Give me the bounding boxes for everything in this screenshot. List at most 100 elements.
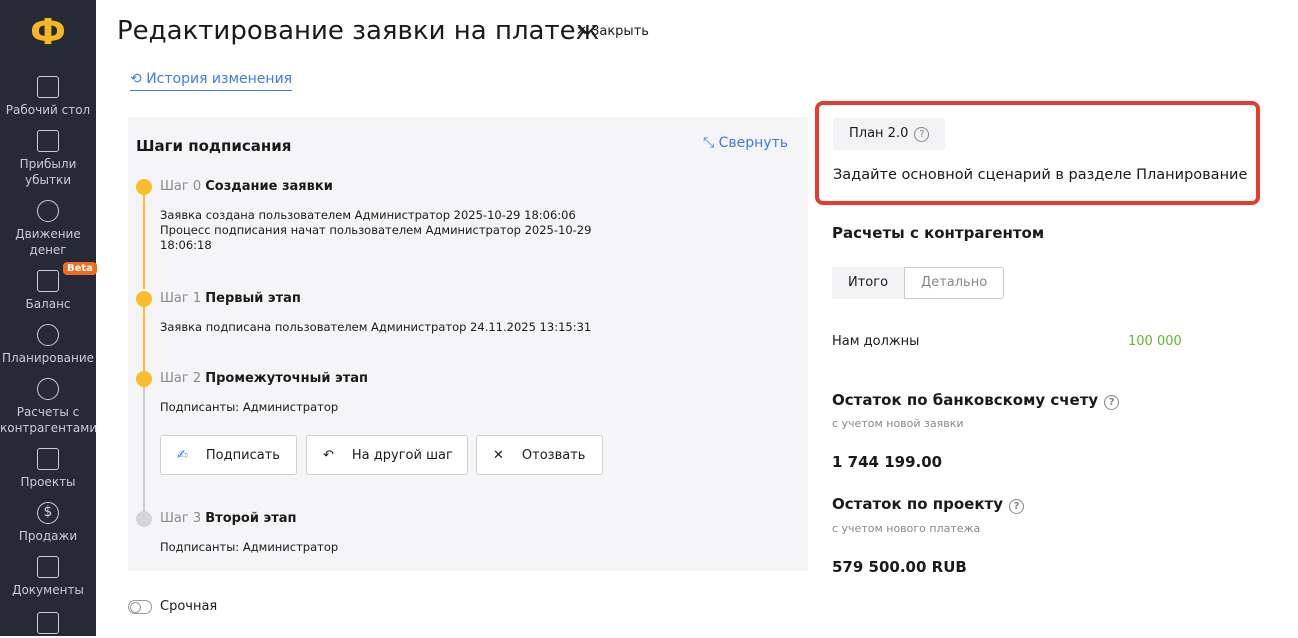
- collapse-label: Свернуть: [718, 135, 788, 151]
- plan-message: Задайте основной сценарий в разделе План…: [833, 167, 1248, 183]
- close-icon: ✕: [493, 447, 504, 463]
- other-step-button[interactable]: ↶ На другой шаг: [306, 435, 468, 475]
- step-status-dot: [136, 511, 152, 527]
- sidebar-item-label: Расчеты с контрагентами: [0, 405, 98, 435]
- briefcase-icon: [37, 448, 59, 470]
- step-2: Шаг 2 Промежуточный этап: [160, 371, 368, 386]
- project-balance-value: 579 500.00 RUB: [832, 558, 967, 576]
- step-line: Заявка создана пользователем Администрат…: [160, 208, 576, 222]
- users-icon: [37, 378, 59, 400]
- other-step-label: На другой шаг: [351, 447, 453, 463]
- step-name: Второй этап: [205, 511, 297, 526]
- page-title: Редактирование заявки на платеж: [117, 16, 600, 46]
- sidebar-item-projects[interactable]: Проекты: [0, 448, 96, 490]
- plan-badge[interactable]: План 2.0?: [833, 118, 946, 150]
- bank-balance-title: Остаток по банковскому счету?: [832, 391, 1120, 410]
- calculator-icon: [37, 270, 59, 292]
- sidebar-item-counterparties[interactable]: Расчеты с контрагентами: [0, 378, 98, 436]
- sidebar-item-label: Баланс: [25, 297, 71, 311]
- sidebar-item-label: Рабочий стол: [5, 103, 91, 117]
- step-1: Шаг 1 Первый этап: [160, 291, 301, 306]
- help-icon[interactable]: ?: [1008, 499, 1024, 514]
- owed-label: Нам должны: [832, 334, 920, 349]
- urgent-label: Срочная: [160, 599, 218, 614]
- help-icon[interactable]: ?: [1104, 395, 1120, 410]
- history-label: История изменения: [146, 71, 293, 87]
- sidebar-item-balance[interactable]: Beta Баланс: [0, 262, 97, 312]
- step-details: Заявка создана пользователем Администрат…: [160, 208, 591, 253]
- sidebar-item-pnl[interactable]: Прибыли убытки: [0, 130, 96, 188]
- wallet-icon: [37, 612, 59, 634]
- close-button[interactable]: ✕ Закрыть: [576, 24, 649, 39]
- sidebar-item-label: Проекты: [20, 475, 76, 489]
- sidebar-item-label: Движение денег: [15, 227, 81, 257]
- beta-badge: Beta: [63, 262, 97, 275]
- chart-icon: [37, 130, 59, 152]
- close-icon: ✕: [576, 24, 592, 39]
- document-icon: [37, 556, 59, 578]
- sidebar-item-desktop[interactable]: Рабочий стол: [0, 76, 96, 118]
- step-connector: [143, 307, 145, 371]
- step-number: Шаг 1: [160, 291, 202, 306]
- step-connector: [143, 387, 145, 511]
- logo: Ф: [30, 12, 66, 53]
- step-details: Подписанты: Администратор: [160, 540, 338, 555]
- signing-steps-panel: Шаги подписания ⤡ Свернуть Шаг 0 Создани…: [128, 117, 808, 571]
- settlements-title: Расчеты с контрагентом: [832, 224, 1045, 242]
- history-link[interactable]: ⟲ История изменения: [130, 71, 293, 91]
- step-details: Заявка подписана пользователем Администр…: [160, 320, 591, 335]
- step-number: Шаг 2: [160, 371, 202, 386]
- tab-detailed[interactable]: Детально: [904, 267, 1005, 299]
- plan-label: План 2.0: [849, 126, 909, 141]
- sidebar-item-wallet[interactable]: [0, 612, 96, 638]
- step-name: Первый этап: [205, 291, 301, 306]
- sidebar-item-label: Планирование: [1, 351, 95, 365]
- sidebar-item-cashflow[interactable]: Движение денег: [0, 200, 96, 258]
- sidebar-item-planning[interactable]: Планирование: [0, 324, 96, 366]
- sign-button[interactable]: ✍ Подписать: [160, 435, 297, 475]
- target-icon: [37, 324, 59, 346]
- step-line: 18:06:18: [160, 238, 212, 252]
- history-icon: ⟲: [130, 71, 147, 87]
- project-balance-title: Остаток по проекту?: [832, 495, 1024, 514]
- step-line: Подписанты: Администратор: [160, 540, 339, 554]
- step-connector: [143, 195, 145, 289]
- step-name: Создание заявки: [205, 179, 333, 194]
- sidebar-item-sales[interactable]: $ Продажи: [0, 502, 96, 544]
- tab-total[interactable]: Итого: [832, 267, 905, 299]
- step-number: Шаг 3: [160, 511, 202, 526]
- sidebar-item-label: Прибыли убытки: [19, 157, 77, 187]
- sign-label: Подписать: [205, 447, 280, 463]
- collapse-icon: ⤡: [702, 135, 719, 151]
- bank-balance-label: Остаток по банковскому счету: [832, 391, 1099, 409]
- dashboard-icon: [37, 76, 59, 98]
- sidebar-item-documents[interactable]: Документы: [0, 556, 96, 598]
- close-label: Закрыть: [591, 24, 649, 39]
- step-status-dot: [136, 179, 152, 195]
- steps-title: Шаги подписания: [136, 137, 292, 155]
- dollar-icon: $: [37, 502, 59, 524]
- help-icon[interactable]: ?: [914, 127, 930, 142]
- money-flow-icon: [37, 200, 59, 222]
- undo-icon: ↶: [323, 447, 334, 463]
- project-balance-sub: с учетом нового платежа: [832, 522, 981, 535]
- sidebar: Ф Рабочий стол Прибыли убытки Движение д…: [0, 0, 98, 638]
- urgent-toggle[interactable]: [128, 600, 152, 614]
- step-3: Шаг 3 Второй этап: [160, 511, 297, 526]
- collapse-button[interactable]: ⤡ Свернуть: [703, 135, 788, 151]
- plan-notice: План 2.0? Задайте основной сценарий в ра…: [815, 101, 1260, 205]
- owed-value: 100 000: [1128, 334, 1182, 349]
- step-number: Шаг 0: [160, 179, 202, 194]
- step-line: Подписанты: Администратор: [160, 400, 339, 414]
- step-0: Шаг 0 Создание заявки: [160, 179, 333, 194]
- sidebar-item-label: Документы: [12, 583, 84, 597]
- sidebar-item-label: Продажи: [18, 529, 78, 543]
- bank-balance-value: 1 744 199.00: [832, 453, 943, 471]
- settlements-tabs: Итого Детально: [832, 267, 1005, 299]
- step-details: Подписанты: Администратор: [160, 400, 338, 415]
- revoke-button[interactable]: ✕ Отозвать: [476, 435, 603, 475]
- step-name: Промежуточный этап: [205, 371, 368, 386]
- revoke-label: Отозвать: [521, 447, 586, 463]
- project-balance-label: Остаток по проекту: [832, 495, 1003, 513]
- step-line: Заявка подписана пользователем Администр…: [160, 320, 592, 334]
